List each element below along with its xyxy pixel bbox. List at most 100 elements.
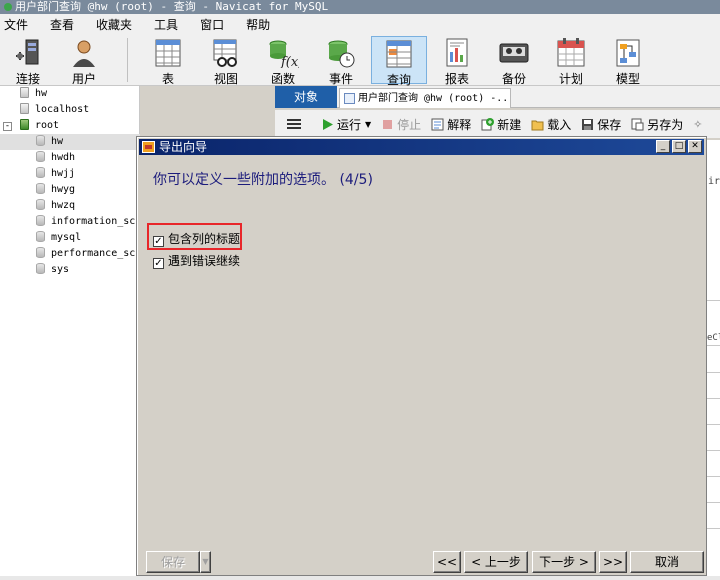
tree-db-information-schema[interactable]: information_schema bbox=[0, 214, 140, 230]
toolbar-user-label: 用户 bbox=[71, 72, 96, 86]
toolbar-table-label: 表 bbox=[161, 72, 174, 86]
tree-db-hwdh[interactable]: hwdh bbox=[0, 150, 140, 166]
grid-line bbox=[706, 502, 720, 503]
toolbar-model-button[interactable]: 模型 bbox=[600, 36, 656, 86]
save-icon bbox=[582, 118, 594, 130]
dialog-title-bar: 导出向导 _ □ ✕ bbox=[139, 139, 704, 155]
new-query-button[interactable]: 新建 bbox=[481, 116, 521, 133]
save-profile-dropdown[interactable]: ▼ bbox=[200, 551, 211, 573]
toolbar-report-button[interactable]: 报表 bbox=[429, 36, 485, 86]
user-icon bbox=[68, 38, 100, 68]
toolbar-schedule-button[interactable]: 计划 bbox=[543, 36, 599, 86]
include-column-titles-checkbox[interactable]: ✓ bbox=[153, 236, 164, 247]
toolbar-view-button[interactable]: 视图 bbox=[198, 36, 254, 86]
report-icon bbox=[441, 38, 473, 68]
horizontal-scrollbar[interactable] bbox=[0, 576, 720, 580]
database-icon bbox=[36, 231, 45, 242]
run-button[interactable]: 运行 ▼ bbox=[321, 116, 371, 133]
include-column-titles-option[interactable]: ✓ 包含列的标题 bbox=[153, 230, 240, 247]
tree-db-mysql[interactable]: mysql bbox=[0, 230, 140, 246]
tab-query-label: 用户部门查询 @hw (root) -... bbox=[358, 93, 511, 104]
explain-button[interactable]: 解释 bbox=[431, 116, 471, 133]
save-profile-button[interactable]: 保存 bbox=[146, 551, 200, 573]
server-icon bbox=[20, 119, 29, 130]
toolbar-function-button[interactable]: f(x) 函数 bbox=[255, 36, 311, 86]
query-tab-icon bbox=[344, 93, 355, 104]
stop-button[interactable]: 停止 bbox=[381, 116, 421, 133]
database-icon bbox=[36, 199, 45, 210]
toolbar-backup-button[interactable]: 备份 bbox=[486, 36, 542, 86]
run-dropdown-icon[interactable]: ▼ bbox=[365, 120, 371, 129]
toolbar-connection-label: 连接 bbox=[15, 72, 40, 86]
menu-tools[interactable]: 工具 bbox=[143, 16, 189, 33]
tab-objects[interactable]: 对象 bbox=[275, 86, 337, 108]
tree-connection-localhost[interactable]: localhost bbox=[0, 102, 140, 118]
database-icon bbox=[36, 247, 45, 258]
toolbar-table-button[interactable]: 表 bbox=[140, 36, 196, 86]
connection-icon bbox=[12, 38, 44, 68]
tree-db-hwzq[interactable]: hwzq bbox=[0, 198, 140, 214]
toolbar-event-label: 事件 bbox=[328, 72, 353, 86]
grid-line bbox=[706, 528, 720, 529]
toolbar-schedule-label: 计划 bbox=[558, 72, 583, 86]
new-label: 新建 bbox=[497, 117, 522, 132]
first-step-button[interactable]: << bbox=[433, 551, 461, 573]
menu-help[interactable]: 帮助 bbox=[235, 16, 281, 33]
toolbar-connection-button[interactable]: 连接 bbox=[0, 36, 56, 86]
maximize-icon[interactable]: □ bbox=[672, 140, 686, 153]
tab-query[interactable]: 用户部门查询 @hw (root) -... bbox=[339, 88, 511, 108]
menu-favorites[interactable]: 收藏夹 bbox=[85, 16, 143, 33]
continue-on-error-checkbox[interactable]: ✓ bbox=[153, 258, 164, 269]
toolbar-query-label: 查询 bbox=[386, 73, 411, 87]
close-icon[interactable]: ✕ bbox=[688, 140, 702, 153]
tree-label: hw bbox=[35, 88, 48, 99]
tree-db-hw[interactable]: hw bbox=[0, 134, 140, 150]
play-icon bbox=[323, 118, 333, 130]
server-icon bbox=[20, 87, 29, 98]
grid-line bbox=[706, 476, 720, 477]
main-toolbar: 连接 用户 表 视图 f(x) 函数 事件 查询 bbox=[0, 34, 720, 87]
tree-connection-hw[interactable]: hw bbox=[0, 86, 140, 102]
cancel-button[interactable]: 取消 bbox=[630, 551, 704, 573]
schedule-icon bbox=[555, 38, 587, 68]
explain-icon bbox=[431, 118, 444, 130]
tree-db-hwyg[interactable]: hwyg bbox=[0, 182, 140, 198]
table-icon bbox=[152, 38, 184, 68]
model-icon bbox=[612, 38, 644, 68]
menu-file[interactable]: 文件 bbox=[0, 16, 39, 33]
load-button[interactable]: 载入 bbox=[531, 116, 571, 133]
tree-connection-root[interactable]: - root bbox=[0, 118, 140, 134]
tree-db-performance-schema[interactable]: performance_schema bbox=[0, 246, 140, 262]
tree-label: hwdh bbox=[51, 152, 76, 163]
dialog-title: 导出向导 bbox=[159, 140, 208, 154]
toolbar-event-button[interactable]: 事件 bbox=[313, 36, 369, 86]
svg-text:f(x): f(x) bbox=[280, 55, 299, 68]
menu-view[interactable]: 查看 bbox=[39, 16, 85, 33]
toolbar-report-label: 报表 bbox=[444, 72, 469, 86]
toolbar-query-button[interactable]: 查询 bbox=[371, 36, 427, 87]
database-icon bbox=[36, 135, 45, 146]
last-step-button[interactable]: >> bbox=[599, 551, 627, 573]
save-query-button[interactable]: 保存 bbox=[581, 116, 621, 133]
tree-db-hwjj[interactable]: hwjj bbox=[0, 166, 140, 182]
tree-label: localhost bbox=[35, 104, 90, 115]
save-as-button[interactable]: 另存为 bbox=[631, 116, 683, 133]
next-step-button[interactable]: 下一步 > bbox=[532, 551, 596, 573]
save-as-icon bbox=[631, 118, 644, 130]
previous-step-button[interactable]: < 上一步 bbox=[464, 551, 528, 573]
toolbar-user-button[interactable]: 用户 bbox=[56, 36, 112, 86]
export-wizard-dialog: 导出向导 _ □ ✕ 你可以定义一些附加的选项。 (4/5) ✓ 包含列的标题 ✓… bbox=[136, 136, 707, 576]
more-tools-icon[interactable]: ✧ bbox=[693, 118, 702, 131]
app-icon bbox=[4, 3, 12, 11]
continue-on-error-option[interactable]: ✓ 遇到错误继续 bbox=[153, 252, 240, 269]
tree-db-sys[interactable]: sys bbox=[0, 262, 140, 278]
menu-icon[interactable] bbox=[287, 117, 301, 131]
minimize-icon[interactable]: _ bbox=[656, 140, 670, 153]
database-icon bbox=[36, 151, 45, 162]
stop-icon bbox=[383, 119, 393, 129]
query-toolbar: 运行 ▼ 停止 解释 新建 载入 保存 另存为 ✧ bbox=[275, 110, 720, 138]
window-title-bar: 用户部门查询 @hw (root) - 查询 - Navicat for MyS… bbox=[0, 0, 720, 14]
menu-window[interactable]: 窗口 bbox=[189, 16, 235, 33]
window-title: 用户部门查询 @hw (root) - 查询 - Navicat for MyS… bbox=[15, 0, 329, 13]
collapse-icon[interactable]: - bbox=[3, 122, 12, 131]
